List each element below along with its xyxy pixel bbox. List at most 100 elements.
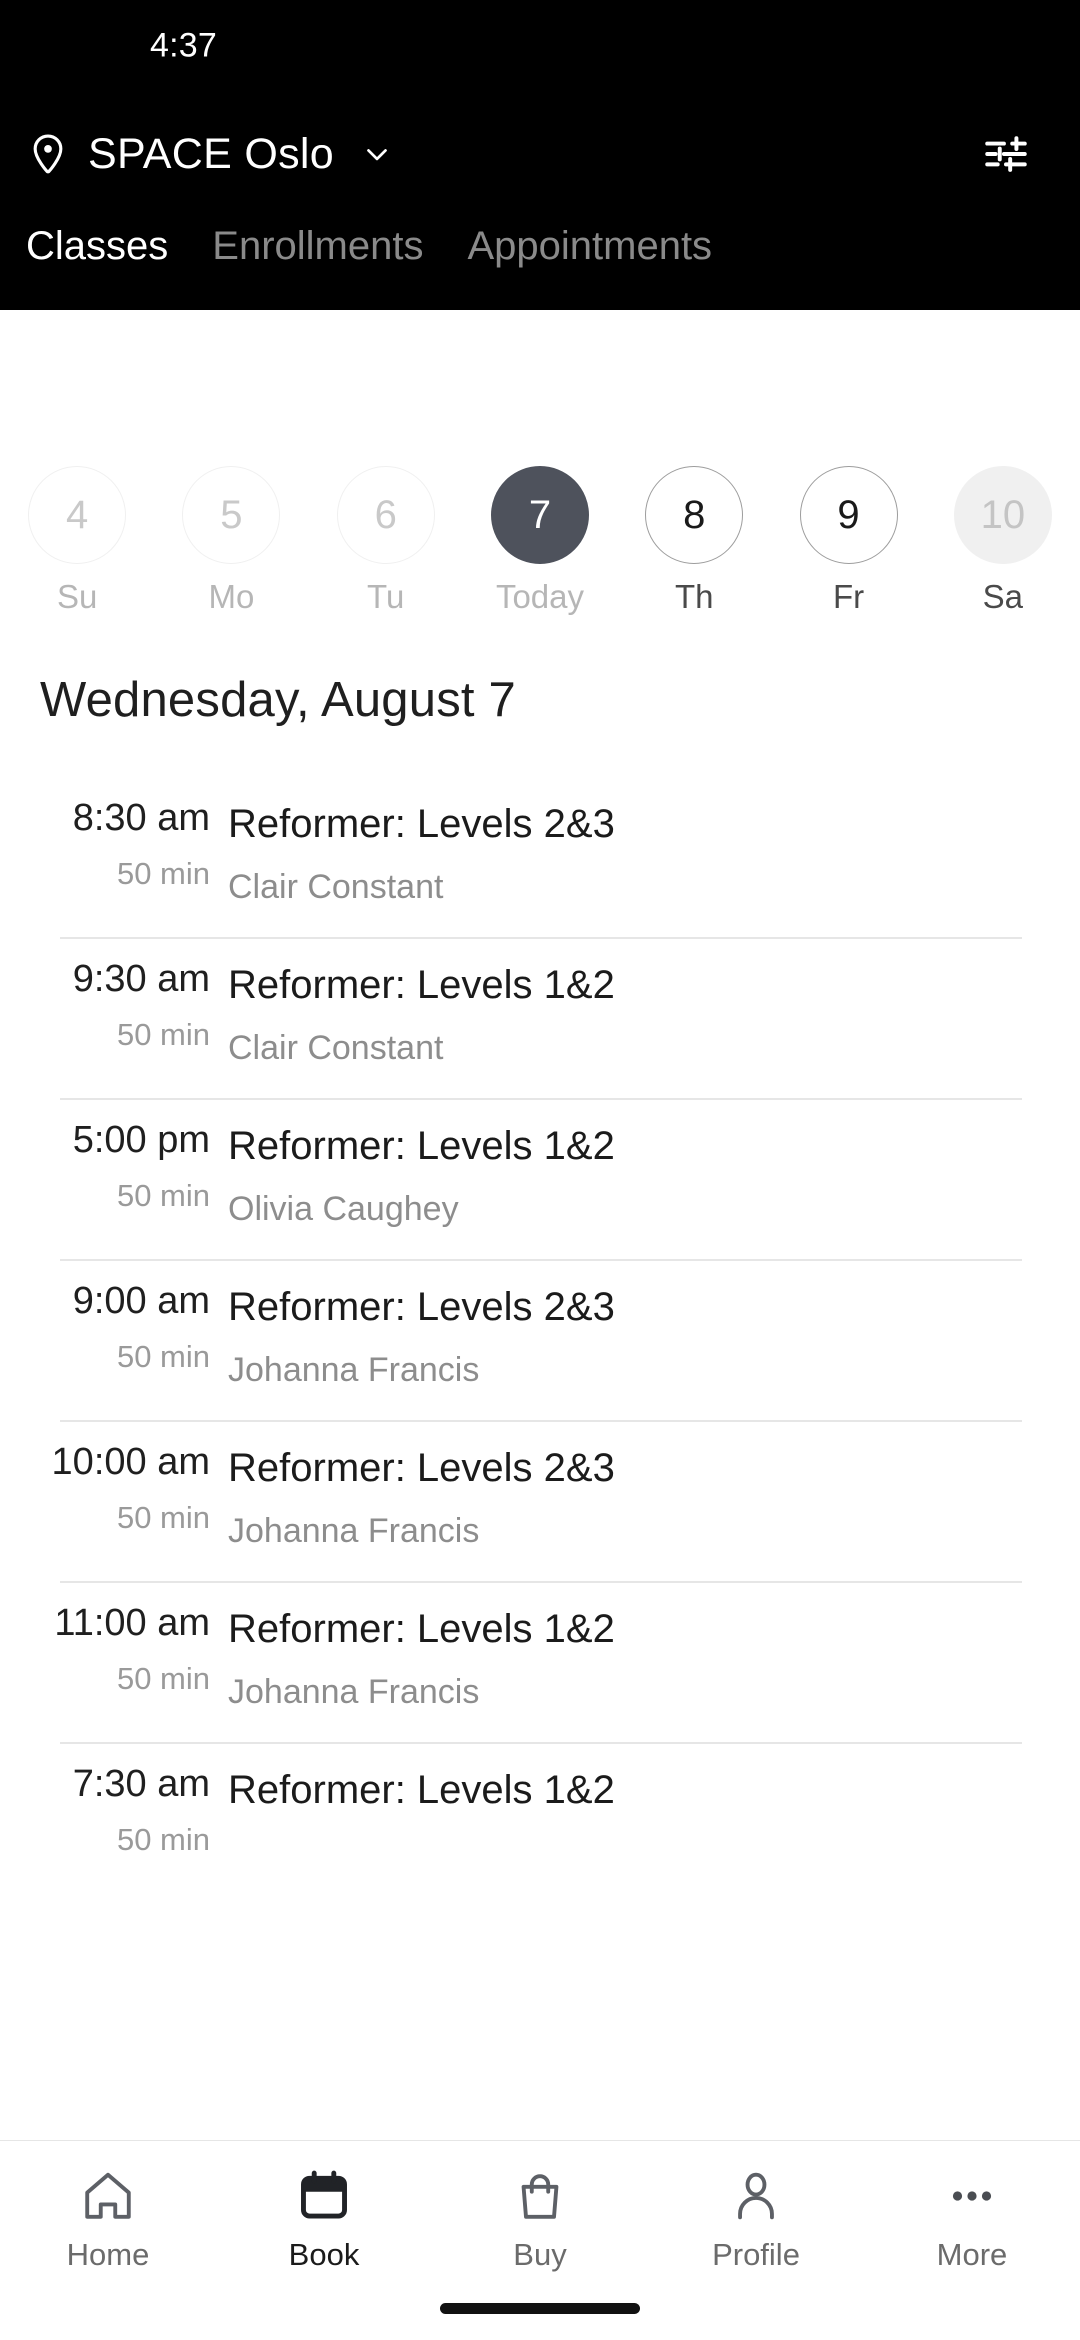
class-list-item[interactable]: 10:00 am 50 min Reformer: Levels 2&3 Joh…	[0, 1420, 1080, 1581]
section-tabs: Classes Enrollments Appointments	[0, 210, 1080, 310]
selected-date-heading: Wednesday, August 7	[40, 673, 516, 727]
class-start-time: 9:00 am	[72, 1280, 210, 1322]
nav-item-book[interactable]: Book	[216, 2165, 432, 2273]
class-instructor: Johanna Francis	[228, 1512, 480, 1550]
home-indicator-bar	[440, 2303, 640, 2314]
tab-classes[interactable]: Classes	[26, 218, 190, 274]
class-duration: 50 min	[116, 1821, 210, 1857]
class-info-column: Reformer: Levels 1&2 Clair Constant	[228, 959, 1080, 1068]
date-weekday-label: Su	[56, 578, 98, 615]
venue-name: SPACE Oslo	[88, 129, 334, 178]
class-start-time: 7:30 am	[72, 1763, 210, 1805]
home-icon	[77, 2165, 139, 2227]
location-selector[interactable]: SPACE Oslo	[26, 130, 974, 179]
class-title: Reformer: Levels 1&2	[228, 1124, 615, 1168]
nav-label: Home	[66, 2237, 150, 2272]
date-weekday-label: Tu	[367, 578, 405, 615]
schedule-scroll-area[interactable]: 4 Su 5 Mo 6 Tu 7 Today 8 Th 9 Fr 10 Sa W…	[0, 410, 1080, 2140]
app-screen: 4:37 SPACE Oslo Classes Enrollments Appo…	[0, 0, 1080, 2340]
class-duration: 50 min	[116, 1338, 210, 1374]
chevron-down-icon	[360, 137, 394, 171]
date-weekday-label-today: Today	[495, 578, 585, 615]
class-title: Reformer: Levels 1&2	[228, 1768, 615, 1812]
class-title: Reformer: Levels 1&2	[228, 1607, 615, 1651]
class-list-item[interactable]: 8:30 am 50 min Reformer: Levels 2&3 Clai…	[0, 776, 1080, 937]
class-list-item[interactable]: 11:00 am 50 min Reformer: Levels 1&2 Joh…	[0, 1581, 1080, 1742]
nav-item-home[interactable]: Home	[0, 2165, 216, 2273]
class-instructor: Johanna Francis	[228, 1351, 480, 1389]
class-duration: 50 min	[116, 1177, 210, 1213]
date-circle[interactable]: 6	[336, 466, 435, 564]
date-circle[interactable]: 10	[953, 466, 1052, 564]
bottom-navigation: Home Book Buy Profile More	[0, 2140, 1080, 2340]
date-cell-10[interactable]: 10 Sa	[926, 466, 1080, 616]
class-time-column: 8:30 am 50 min	[0, 797, 228, 907]
filter-button[interactable]	[974, 122, 1038, 186]
nav-label: Book	[288, 2237, 360, 2272]
class-duration: 50 min	[116, 1660, 210, 1696]
date-cell-7-selected[interactable]: 7 Today	[463, 466, 617, 616]
class-info-column: Reformer: Levels 2&3 Johanna Francis	[228, 1442, 1080, 1551]
date-weekday-label: Th	[675, 578, 714, 615]
date-weekday-label: Mo	[208, 578, 255, 615]
nav-item-buy[interactable]: Buy	[432, 2165, 648, 2273]
nav-label: Buy	[513, 2237, 567, 2272]
class-title: Reformer: Levels 1&2	[228, 963, 615, 1007]
date-circle-selected[interactable]: 7	[490, 466, 589, 564]
class-time-column: 10:00 am 50 min	[0, 1441, 228, 1551]
date-cell-8[interactable]: 8 Th	[617, 466, 771, 616]
tab-enrollments[interactable]: Enrollments	[212, 218, 445, 274]
date-cell-9[interactable]: 9 Fr	[771, 466, 925, 616]
class-list: 8:30 am 50 min Reformer: Levels 2&3 Clai…	[0, 776, 1080, 1888]
date-cell-6[interactable]: 6 Tu	[309, 466, 463, 616]
class-start-time: 5:00 pm	[72, 1119, 210, 1161]
class-list-item[interactable]: 7:30 am 50 min Reformer: Levels 1&2	[0, 1742, 1080, 1888]
bag-icon	[509, 2165, 571, 2227]
class-title: Reformer: Levels 2&3	[228, 1446, 615, 1490]
app-bar: SPACE Oslo	[0, 98, 1080, 210]
class-time-column: 9:30 am 50 min	[0, 958, 228, 1068]
more-dots-icon	[941, 2165, 1003, 2227]
class-duration: 50 min	[116, 1499, 210, 1535]
date-circle[interactable]: 8	[645, 466, 744, 564]
class-info-column: Reformer: Levels 2&3 Clair Constant	[228, 798, 1080, 907]
class-start-time: 11:00 am	[54, 1602, 210, 1644]
date-strip[interactable]: 4 Su 5 Mo 6 Tu 7 Today 8 Th 9 Fr 10 Sa	[0, 410, 1080, 615]
class-info-column: Reformer: Levels 1&2 Olivia Caughey	[228, 1120, 1080, 1229]
date-circle[interactable]: 9	[799, 466, 898, 564]
class-instructor: Clair Constant	[228, 868, 444, 906]
class-title: Reformer: Levels 2&3	[228, 802, 615, 846]
filter-sliders-icon	[981, 129, 1031, 179]
class-time-column: 9:00 am 50 min	[0, 1280, 228, 1390]
calendar-icon	[293, 2165, 355, 2227]
class-time-column: 7:30 am 50 min	[0, 1763, 228, 1858]
date-circle[interactable]: 5	[182, 466, 281, 564]
nav-label: Profile	[712, 2237, 800, 2272]
class-title: Reformer: Levels 2&3	[228, 1285, 615, 1329]
person-icon	[725, 2165, 787, 2227]
class-info-column: Reformer: Levels 1&2	[228, 1764, 1080, 1858]
class-list-item[interactable]: 9:30 am 50 min Reformer: Levels 1&2 Clai…	[0, 937, 1080, 1098]
class-info-column: Reformer: Levels 2&3 Johanna Francis	[228, 1281, 1080, 1390]
class-start-time: 9:30 am	[72, 958, 210, 1000]
nav-item-profile[interactable]: Profile	[648, 2165, 864, 2273]
class-duration: 50 min	[116, 1016, 210, 1052]
class-duration: 50 min	[116, 855, 210, 891]
date-cell-4[interactable]: 4 Su	[0, 466, 154, 616]
tab-appointments[interactable]: Appointments	[467, 218, 734, 274]
date-cell-5[interactable]: 5 Mo	[154, 466, 308, 616]
map-pin-icon	[26, 131, 70, 177]
class-list-item[interactable]: 5:00 pm 50 min Reformer: Levels 1&2 Oliv…	[0, 1098, 1080, 1259]
class-start-time: 8:30 am	[72, 797, 210, 839]
nav-label: More	[936, 2237, 1008, 2272]
class-instructor: Olivia Caughey	[228, 1190, 459, 1228]
class-time-column: 11:00 am 50 min	[0, 1602, 228, 1712]
date-weekday-label: Sa	[982, 578, 1024, 615]
status-bar: 4:37	[0, 0, 1080, 98]
class-info-column: Reformer: Levels 1&2 Johanna Francis	[228, 1603, 1080, 1712]
class-instructor: Clair Constant	[228, 1029, 444, 1067]
date-circle[interactable]: 4	[28, 466, 127, 564]
class-time-column: 5:00 pm 50 min	[0, 1119, 228, 1229]
class-list-item[interactable]: 9:00 am 50 min Reformer: Levels 2&3 Joha…	[0, 1259, 1080, 1420]
nav-item-more[interactable]: More	[864, 2165, 1080, 2273]
